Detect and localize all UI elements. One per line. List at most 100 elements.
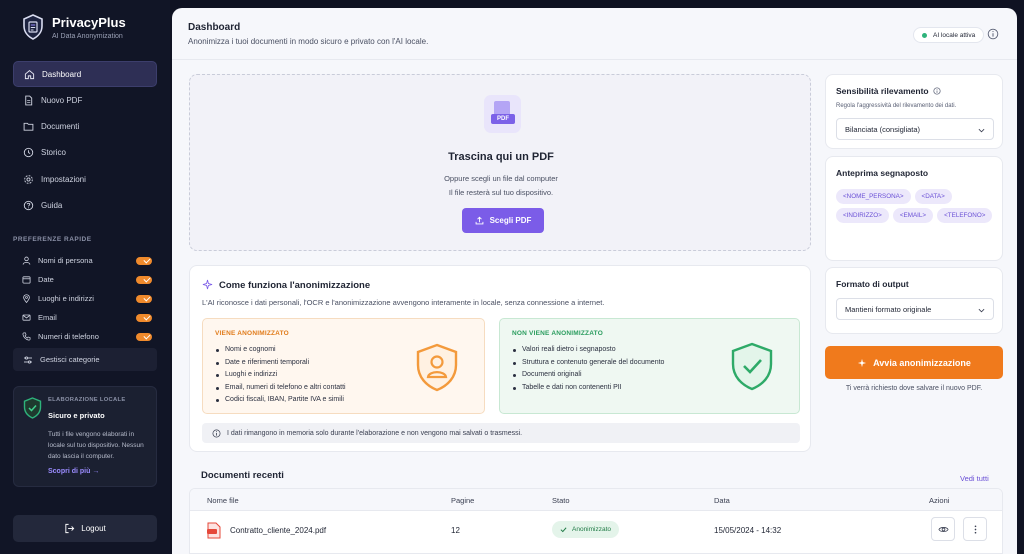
eye-icon — [937, 526, 949, 532]
doc-date: 15/05/2024 - 14:32 — [714, 526, 782, 535]
sensitivity-value: Bilanciata (consigliata) — [845, 124, 921, 134]
placeholder-tag: <EMAIL> — [892, 208, 934, 223]
clock-icon — [23, 148, 34, 158]
nav-item-guida[interactable]: Guida — [13, 192, 157, 218]
choose-pdf-button[interactable]: Scegli PDF — [462, 208, 544, 233]
placeholder-tag: <NOME_PERSONA> — [836, 189, 911, 204]
local-card-body: Tutti i file vengono elaborati in locale… — [48, 431, 144, 460]
page-count: 12 — [451, 526, 460, 535]
how-description: L'AI riconosce i dati personali, l'OCR e… — [202, 298, 605, 307]
output-format-card: Formato di output Mantieni formato origi… — [825, 267, 1003, 334]
pref-item-dates: Date — [22, 270, 152, 289]
file-icon — [25, 95, 33, 106]
list-item: Documenti originali — [513, 369, 664, 382]
info-icon[interactable] — [987, 28, 999, 40]
pref-toggle-phone[interactable] — [136, 332, 152, 341]
shield-user-icon — [416, 343, 458, 392]
pref-item-names: Nomi di persona — [22, 251, 152, 270]
sensitivity-subtitle: Regola l'aggressività del rilevamento de… — [836, 103, 957, 109]
sparkle-icon — [202, 279, 213, 290]
list-item: Struttura e contenuto generale del docum… — [513, 357, 664, 370]
recent-docs-title: Documenti recenti — [201, 470, 284, 481]
nav-label: Nuovo PDF — [41, 95, 83, 105]
sensitivity-select[interactable]: Bilanciata (consigliata) — [836, 118, 994, 140]
nav-item-impostazioni[interactable]: Impostazioni — [13, 166, 157, 192]
ai-status-label: AI locale attiva — [933, 31, 976, 39]
brand-subtitle: AI Data Anonymization — [52, 32, 123, 40]
manage-categories-button[interactable]: Gestisci categorie — [13, 348, 157, 371]
choose-pdf-label: Scegli PDF — [489, 216, 532, 225]
list-item: Luoghi e indirizzi — [216, 369, 346, 382]
output-format-select[interactable]: Mantieni formato originale — [836, 298, 994, 320]
logout-button[interactable]: Logout — [13, 515, 157, 542]
start-label: Avvia anonimizzazione — [873, 357, 971, 368]
table-header: Nome file Pagine Stato Data Azioni — [190, 489, 1002, 511]
pref-toggle-names[interactable] — [136, 256, 152, 265]
pref-toggle-places[interactable] — [136, 294, 152, 303]
help-icon — [23, 200, 34, 211]
pref-item-phone: Numeri di telefono — [22, 327, 152, 346]
shield-logo-icon — [23, 14, 43, 40]
pref-toggle-email[interactable] — [136, 313, 152, 322]
chevron-down-icon — [978, 128, 985, 133]
anonymized-list: Nomi e cognomi Date e riferimenti tempor… — [216, 344, 346, 407]
sensitivity-title-row: Sensibilità rilevamento — [836, 86, 941, 96]
pin-icon — [23, 294, 30, 303]
anonymized-title: VIENE ANONIMIZZATO — [215, 330, 289, 337]
logout-label: Logout — [81, 524, 106, 533]
pref-toggle-dates[interactable] — [136, 275, 152, 284]
nav-label: Guida — [41, 200, 63, 210]
calendar-icon — [22, 276, 31, 284]
placeholder-tag: <INDIRIZZO> — [836, 208, 889, 223]
info-icon — [212, 429, 221, 437]
pref-label: Date — [38, 275, 54, 284]
manage-label: Gestisci categorie — [40, 355, 100, 364]
brand-name: PrivacyPlus — [52, 14, 126, 30]
start-anonymization-button[interactable]: Avvia anonimizzazione — [825, 346, 1003, 379]
output-value: Mantieni formato originale — [845, 304, 932, 314]
main-nav: Dashboard Nuovo PDF Documenti Storico Im… — [13, 61, 157, 219]
not-anonymized-title: NON VIENE ANONIMIZZATO — [512, 330, 603, 337]
page-subtitle: Anonimizza i tuoi documenti in modo sicu… — [188, 37, 429, 46]
page-title: Dashboard — [188, 22, 241, 33]
nav-item-nuovo-pdf[interactable]: Nuovo PDF — [13, 87, 157, 113]
nav-item-dashboard[interactable]: Dashboard — [13, 61, 157, 87]
pdf-badge: PDF — [491, 114, 515, 124]
nav-item-storico[interactable]: Storico — [13, 140, 157, 166]
pref-item-email: Email — [22, 308, 152, 327]
learn-more-link[interactable]: Scopri di più → — [48, 468, 99, 475]
sidebar: PrivacyPlus AI Data Anonymization Dashbo… — [0, 0, 170, 554]
file-name[interactable]: Contratto_cliente_2024.pdf — [230, 526, 326, 535]
status-badge: Anonimizzato — [552, 521, 620, 538]
ai-status-badge: AI locale attiva — [913, 27, 985, 43]
list-item: Codici fiscali, IBAN, Partite IVA e simi… — [216, 394, 346, 407]
user-icon — [22, 256, 31, 265]
pref-item-places: Luoghi e indirizzi — [22, 289, 152, 308]
brand[interactable]: PrivacyPlus AI Data Anonymization — [22, 14, 126, 40]
placeholder-title: Anteprima segnaposto — [836, 168, 929, 178]
info-icon[interactable] — [933, 87, 941, 95]
nav-label: Storico — [41, 148, 66, 158]
home-icon — [24, 69, 35, 79]
view-button[interactable] — [931, 517, 955, 541]
pref-label: Email — [38, 313, 57, 322]
dropzone-line2: Il file resterà sul tuo dispositivo. — [448, 188, 554, 197]
local-card-heading: Sicuro e privato — [48, 411, 105, 420]
local-processing-card: ELABORAZIONE LOCALE Sicuro e privato Tut… — [13, 386, 157, 487]
more-options-button[interactable] — [963, 517, 987, 541]
dropzone-title: Trascina qui un PDF — [448, 151, 554, 163]
pref-label: Luoghi e indirizzi — [38, 294, 94, 303]
col-header: Azioni — [929, 496, 950, 505]
check-icon — [560, 527, 567, 533]
see-all-link[interactable]: Vedi tutti — [960, 474, 989, 483]
table-row[interactable]: Contratto_cliente_2024.pdf 12 Anonimizza… — [190, 511, 1002, 553]
output-title: Formato di output — [836, 279, 909, 289]
list-item: Tabelle e dati non contenenti PII — [513, 382, 664, 395]
pdf-dropzone[interactable]: PDF Trascina qui un PDF Oppure scegli un… — [189, 74, 811, 251]
nav-item-documenti[interactable]: Documenti — [13, 114, 157, 140]
dropzone-line1: Oppure scegli un file dal computer — [444, 174, 558, 183]
list-item: Date e riferimenti temporali — [216, 357, 346, 370]
sensitivity-card: Sensibilità rilevamento Regola l'aggress… — [825, 74, 1003, 149]
col-header: Stato — [552, 496, 570, 505]
mail-icon — [22, 314, 31, 321]
